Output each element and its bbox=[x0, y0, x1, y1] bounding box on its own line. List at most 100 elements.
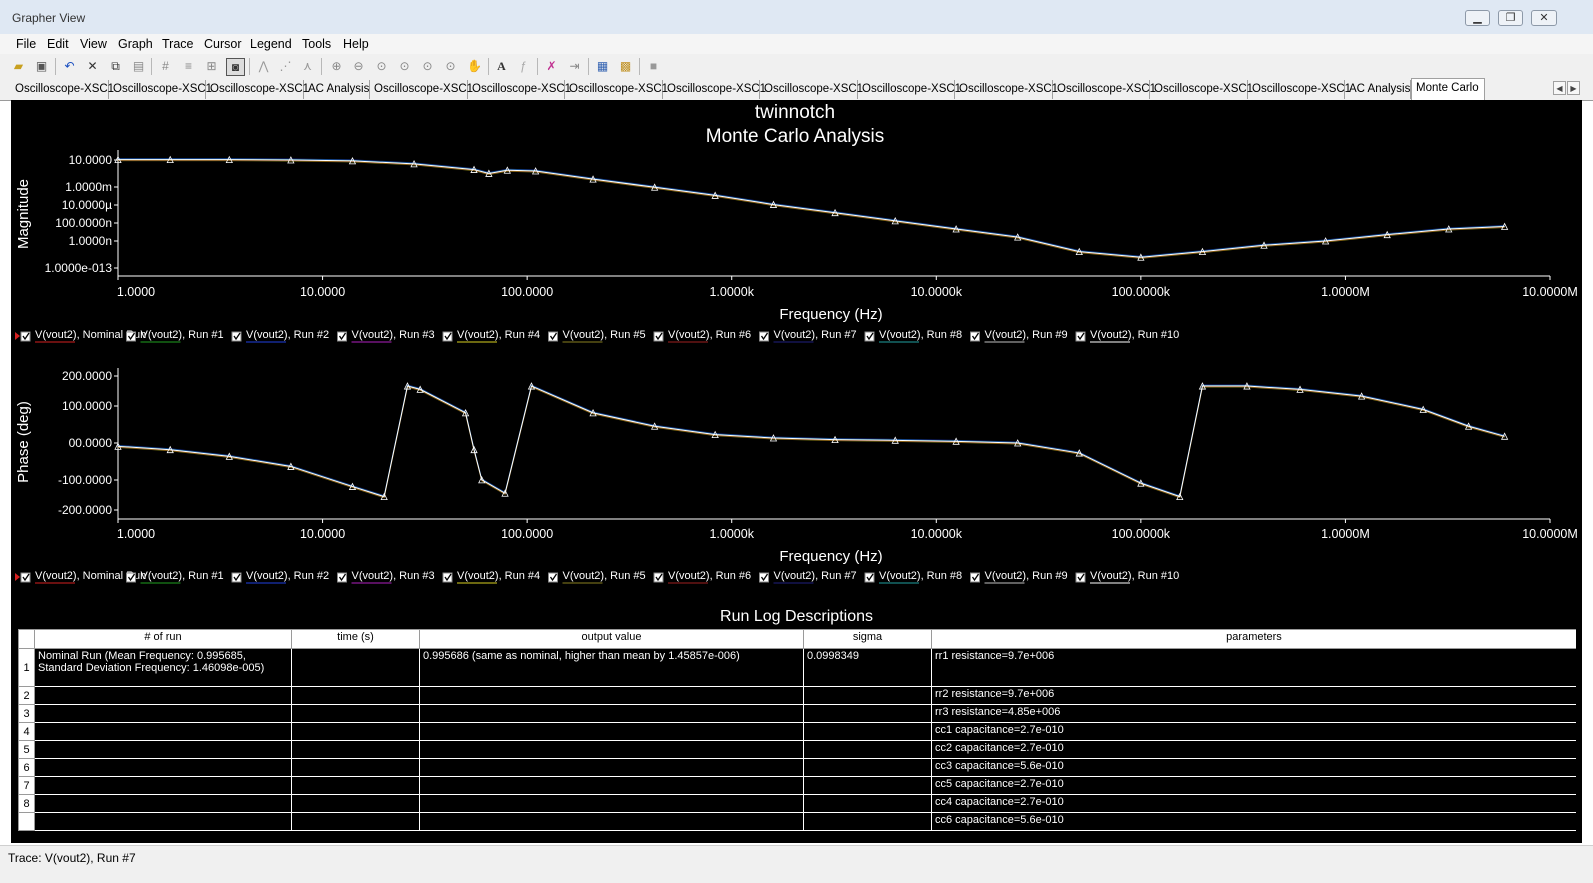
sigma-cell[interactable] bbox=[803, 812, 932, 831]
cut-icon[interactable]: ✕ bbox=[84, 58, 101, 74]
menu-cursor[interactable]: Cursor bbox=[204, 34, 242, 54]
grid-icon[interactable]: # bbox=[157, 58, 174, 74]
table-row[interactable]: 5 cc2 capacitance=2.7e-010 bbox=[18, 740, 1576, 759]
pan-icon[interactable]: ✋ bbox=[466, 58, 483, 74]
time-cell[interactable] bbox=[291, 686, 420, 705]
legend-label[interactable]: V(vout2), Run #9 bbox=[985, 570, 1068, 582]
mag-series-line[interactable] bbox=[118, 158, 1505, 258]
parameters-cell[interactable]: cc3 capacitance=5.6e-010 bbox=[931, 758, 1576, 777]
menu-file[interactable]: File bbox=[16, 34, 36, 54]
undo-icon[interactable]: ↶ bbox=[61, 58, 78, 74]
table-row[interactable]: 1 Nominal Run (Mean Frequency: 0.995685, … bbox=[18, 648, 1576, 687]
menu-help[interactable]: Help bbox=[343, 34, 369, 54]
paste-icon[interactable]: ▤ bbox=[130, 58, 147, 74]
run-cell[interactable] bbox=[34, 758, 292, 777]
stop-icon[interactable]: ■ bbox=[645, 58, 662, 74]
run-cell[interactable] bbox=[34, 686, 292, 705]
output-cell[interactable] bbox=[419, 758, 804, 777]
export-excel-icon[interactable]: ▦ bbox=[594, 58, 611, 74]
legend-label[interactable]: V(vout2), Run #2 bbox=[246, 570, 329, 582]
legend-label[interactable]: V(vout2), Run #7 bbox=[774, 570, 857, 582]
column-header-sigma[interactable]: sigma bbox=[803, 629, 932, 649]
export-icon[interactable]: ⇥ bbox=[566, 58, 583, 74]
output-cell[interactable] bbox=[419, 722, 804, 741]
sigma-cell[interactable] bbox=[803, 794, 932, 813]
run-cell[interactable] bbox=[34, 740, 292, 759]
run-log-table[interactable]: # of run time (s) output value sigma par… bbox=[18, 629, 1576, 836]
tab-oscilloscope[interactable]: Oscilloscope-XSC1 bbox=[760, 80, 863, 99]
tab-oscilloscope[interactable]: Oscilloscope-XSC1 bbox=[109, 80, 212, 99]
tab-ac-analysis[interactable]: AC Analysis bbox=[304, 80, 370, 99]
legend-label[interactable]: V(vout2), Run #1 bbox=[141, 570, 224, 582]
parameters-cell[interactable]: cc4 capacitance=2.7e-010 bbox=[931, 794, 1576, 813]
output-cell[interactable] bbox=[419, 740, 804, 759]
menu-trace[interactable]: Trace bbox=[162, 34, 194, 54]
table-row[interactable]: 4 cc1 capacitance=2.7e-010 bbox=[18, 722, 1576, 741]
zoom-out-icon[interactable]: ⊖ bbox=[350, 58, 367, 74]
export-mathcad-icon[interactable]: ▩ bbox=[617, 58, 634, 74]
legend-label[interactable]: V(vout2), Run #6 bbox=[668, 329, 751, 341]
row-number[interactable]: 3 bbox=[18, 704, 35, 723]
legend-label[interactable]: V(vout2), Run #3 bbox=[352, 570, 435, 582]
zoom-area-icon[interactable]: ⊙ bbox=[373, 58, 390, 74]
tab-oscilloscope[interactable]: Oscilloscope-XSC1 bbox=[11, 80, 114, 99]
time-cell[interactable] bbox=[291, 722, 420, 741]
reverse-colors-icon[interactable]: ◙ bbox=[226, 58, 245, 76]
phase-series-line[interactable] bbox=[117, 385, 1505, 498]
tab-scroll-left-icon[interactable]: ◀ bbox=[1553, 81, 1566, 95]
text-icon[interactable]: A bbox=[493, 58, 510, 74]
column-header-parameters[interactable]: parameters bbox=[931, 629, 1576, 649]
legend-label[interactable]: V(vout2), Run #8 bbox=[879, 329, 962, 341]
tab-oscilloscope[interactable]: Oscilloscope-XSC1 bbox=[955, 80, 1058, 99]
cursor-icon[interactable]: ⋀ bbox=[255, 58, 272, 74]
legend-label[interactable]: V(vout2), Run #10 bbox=[1090, 329, 1179, 341]
tab-scroll-right-icon[interactable]: ▶ bbox=[1567, 81, 1580, 95]
sigma-cell[interactable] bbox=[803, 776, 932, 795]
run-cell[interactable] bbox=[34, 722, 292, 741]
column-header-run[interactable]: # of run bbox=[34, 629, 292, 649]
output-cell[interactable]: 0.995686 (same as nominal, higher than m… bbox=[419, 648, 804, 687]
open-icon[interactable]: ▰ bbox=[10, 58, 27, 74]
phase-series-line[interactable] bbox=[117, 385, 1505, 498]
legend-label[interactable]: V(vout2), Run #2 bbox=[246, 329, 329, 341]
menu-edit[interactable]: Edit bbox=[47, 34, 69, 54]
legend-label[interactable]: V(vout2), Run #10 bbox=[1090, 570, 1179, 582]
tab-oscilloscope[interactable]: Oscilloscope-XSC1 bbox=[1053, 80, 1156, 99]
legend-icon[interactable]: ≡ bbox=[180, 58, 197, 74]
zoom-y-icon[interactable]: ⊙ bbox=[419, 58, 436, 74]
run-cell[interactable]: Nominal Run (Mean Frequency: 0.995685, S… bbox=[34, 648, 292, 687]
legend-label[interactable]: V(vout2), Run #8 bbox=[879, 570, 962, 582]
table-row[interactable]: 6 cc3 capacitance=5.6e-010 bbox=[18, 758, 1576, 777]
menu-legend[interactable]: Legend bbox=[250, 34, 292, 54]
parameters-cell[interactable]: cc5 capacitance=2.7e-010 bbox=[931, 776, 1576, 795]
legend-label[interactable]: V(vout2), Run #6 bbox=[668, 570, 751, 582]
zoom-full-icon[interactable]: ⊙ bbox=[442, 58, 459, 74]
table-row[interactable]: cc6 capacitance=5.6e-010 bbox=[18, 812, 1576, 831]
table-row[interactable]: 8 cc4 capacitance=2.7e-010 bbox=[18, 794, 1576, 813]
row-number[interactable]: 6 bbox=[18, 758, 35, 777]
sigma-cell[interactable] bbox=[803, 686, 932, 705]
time-cell[interactable] bbox=[291, 740, 420, 759]
overlay-traces-icon[interactable]: ✗ bbox=[543, 58, 560, 74]
sigma-cell[interactable] bbox=[803, 740, 932, 759]
output-cell[interactable] bbox=[419, 686, 804, 705]
phase-series-line[interactable] bbox=[117, 386, 1505, 499]
row-number[interactable] bbox=[18, 812, 35, 831]
phase-series-line[interactable] bbox=[117, 384, 1505, 497]
tab-oscilloscope[interactable]: Oscilloscope-XSC1 bbox=[206, 80, 309, 99]
time-cell[interactable] bbox=[291, 794, 420, 813]
table-row[interactable]: 2 rr2 resistance=9.7e+006 bbox=[18, 686, 1576, 705]
tab-oscilloscope[interactable]: Oscilloscope-XSC1 bbox=[858, 80, 961, 99]
table-row[interactable]: 3 rr3 resistance=4.85e+006 bbox=[18, 704, 1576, 723]
tab-oscilloscope[interactable]: Oscilloscope-XSC1 bbox=[663, 80, 766, 99]
row-number[interactable]: 2 bbox=[18, 686, 35, 705]
tab-oscilloscope[interactable]: Oscilloscope-XSC1 bbox=[370, 80, 473, 99]
row-number[interactable]: 7 bbox=[18, 776, 35, 795]
legend-label[interactable]: V(vout2), Run #4 bbox=[457, 329, 540, 341]
sigma-cell[interactable]: 0.0998349 bbox=[803, 648, 932, 687]
parameters-cell[interactable]: rr2 resistance=9.7e+006 bbox=[931, 686, 1576, 705]
select-marks-icon[interactable]: ⋏ bbox=[299, 58, 316, 74]
row-number[interactable]: 5 bbox=[18, 740, 35, 759]
tab-ac-analysis[interactable]: AC Analysis bbox=[1345, 80, 1411, 99]
run-cell[interactable] bbox=[34, 776, 292, 795]
